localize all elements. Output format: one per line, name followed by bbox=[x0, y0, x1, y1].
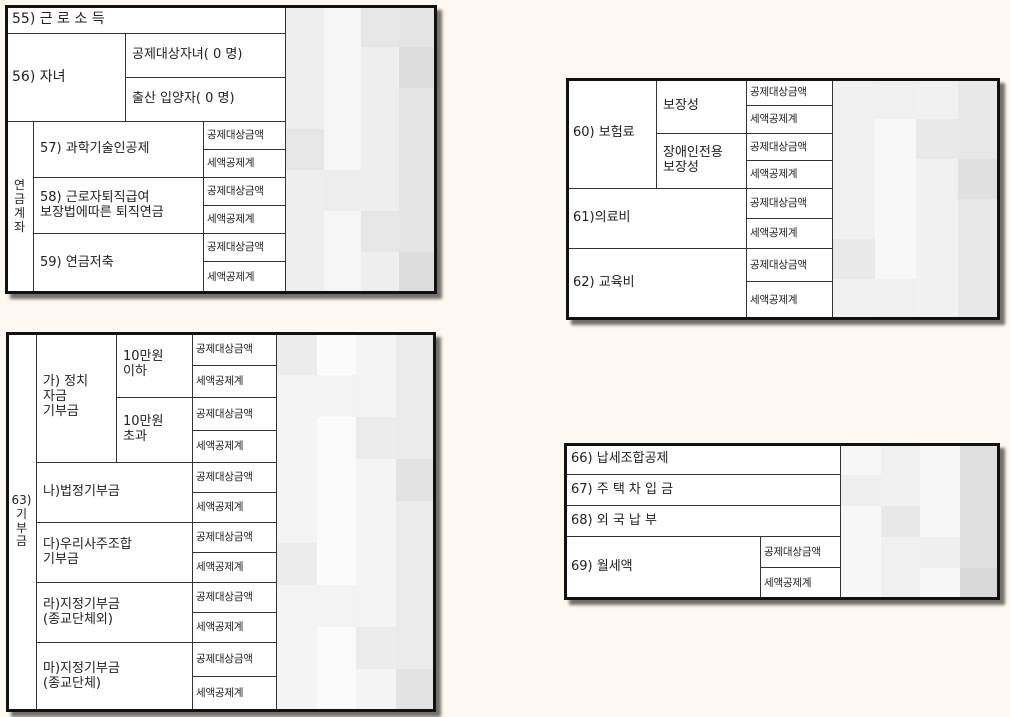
row-ga-over-100k: 10만원 초과 bbox=[117, 398, 193, 463]
row-ga1-credit-label: 세액공제계 bbox=[193, 366, 277, 398]
row-57-credit-label: 세액공제계 bbox=[204, 150, 286, 178]
row-57-science-tech-mutual-aid: 57) 과학기술인공제 bbox=[34, 122, 204, 178]
row-58-retirement-pension: 58) 근로자퇴직급여 보장법에따른 퇴직연금 bbox=[34, 178, 204, 234]
row-60b-amount-label: 공제대상금액 bbox=[747, 134, 833, 161]
row-63-da-esop: 다)우리사주조합 기부금 bbox=[37, 523, 193, 583]
row-63-na-statutory: 나)법정기부금 bbox=[37, 463, 193, 523]
row-56-birth-adoption: 출산 입양자( 0 명) bbox=[126, 78, 286, 122]
row-56-children: 56) 자녀 bbox=[6, 34, 126, 122]
row-56-eligible-children: 공제대상자녀( 0 명) bbox=[126, 34, 286, 78]
row-62-amount-label: 공제대상금액 bbox=[747, 249, 833, 282]
redacted-values bbox=[833, 79, 999, 319]
row-60b-credit-label: 세액공제계 bbox=[747, 161, 833, 189]
row-63-ma-designated-religious: 마)지정기부금 (종교단체) bbox=[37, 643, 193, 711]
row-61-credit-label: 세액공제계 bbox=[747, 219, 833, 249]
row-60-insurance: 60) 보험료 bbox=[567, 79, 657, 189]
row-ga2-credit-label: 세액공제계 bbox=[193, 431, 277, 463]
row-ra-amount-label: 공제대상금액 bbox=[193, 583, 277, 613]
panel-earned-income-pension: 55) 근 로 소 득 56) 자녀 공제대상자녀( 0 명) 출산 입양자( … bbox=[5, 5, 437, 294]
row-ma-amount-label: 공제대상금액 bbox=[193, 643, 277, 677]
row-69-credit-label: 세액공제계 bbox=[761, 568, 841, 599]
row-61-amount-label: 공제대상금액 bbox=[747, 189, 833, 219]
row-57-amount-label: 공제대상금액 bbox=[204, 122, 286, 150]
row-60-protection: 보장성 bbox=[657, 79, 747, 134]
row-62-credit-label: 세액공제계 bbox=[747, 282, 833, 319]
panel-other-credits: 66) 납세조합공제 67) 주 택 차 입 금 68) 외 국 납 부 69)… bbox=[564, 443, 1000, 600]
row-60a-amount-label: 공제대상금액 bbox=[747, 79, 833, 106]
row-ga1-amount-label: 공제대상금액 bbox=[193, 333, 277, 366]
row-61-medical: 61)의료비 bbox=[567, 189, 747, 249]
row-na-credit-label: 세액공제계 bbox=[193, 493, 277, 523]
row-na-amount-label: 공제대상금액 bbox=[193, 463, 277, 493]
row-63-ra-designated-nonreligious: 라)지정기부금 (종교단체외) bbox=[37, 583, 193, 643]
row-63-ga-political: 가) 정치 자금 기부금 bbox=[37, 333, 117, 463]
row-55-earned-income: 55) 근 로 소 득 bbox=[6, 6, 286, 34]
row-69-amount-label: 공제대상금액 bbox=[761, 537, 841, 568]
row-ga-under-100k: 10만원 이하 bbox=[117, 333, 193, 398]
row-59-amount-label: 공제대상금액 bbox=[204, 234, 286, 262]
row-60-disabled-protection: 장애인전용 보장성 bbox=[657, 134, 747, 189]
row-ma-credit-label: 세액공제계 bbox=[193, 677, 277, 711]
redacted-values bbox=[286, 6, 436, 293]
row-da-credit-label: 세액공제계 bbox=[193, 553, 277, 583]
row-66-tax-union: 66) 납세조합공제 bbox=[565, 444, 841, 475]
row-da-amount-label: 공제대상금액 bbox=[193, 523, 277, 553]
row-59-pension-savings: 59) 연금저축 bbox=[34, 234, 204, 293]
row-58-credit-label: 세액공제계 bbox=[204, 206, 286, 234]
row-ra-credit-label: 세액공제계 bbox=[193, 613, 277, 643]
panel-donations: 63) 기 부 금 가) 정치 자금 기부금 10만원 이하 공제대상금액 세액… bbox=[6, 332, 436, 712]
row-58-amount-label: 공제대상금액 bbox=[204, 178, 286, 206]
redacted-values bbox=[841, 444, 999, 599]
row-ga2-amount-label: 공제대상금액 bbox=[193, 398, 277, 431]
row-63-donations: 63) 기 부 금 bbox=[7, 333, 37, 711]
pension-account-group: 연 금 계 좌 bbox=[6, 122, 34, 293]
row-67-housing-loan: 67) 주 택 차 입 금 bbox=[565, 475, 841, 506]
row-62-education: 62) 교육비 bbox=[567, 249, 747, 319]
row-60a-credit-label: 세액공제계 bbox=[747, 106, 833, 134]
panel-insurance-medical-education: 60) 보험료 보장성 공제대상금액 세액공제계 장애인전용 보장성 공제대상금… bbox=[566, 78, 1000, 320]
row-59-credit-label: 세액공제계 bbox=[204, 262, 286, 293]
row-68-foreign-tax: 68) 외 국 납 부 bbox=[565, 506, 841, 537]
redacted-values bbox=[277, 333, 435, 711]
row-69-monthly-rent: 69) 월세액 bbox=[565, 537, 761, 599]
